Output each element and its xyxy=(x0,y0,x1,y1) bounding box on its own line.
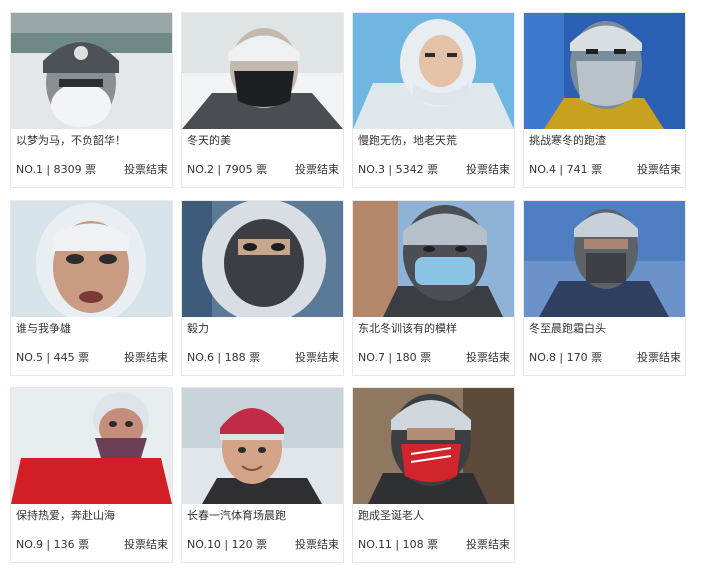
vote-status-button[interactable]: 投票结束 xyxy=(295,537,339,553)
runner-red-jacket-photo xyxy=(11,388,172,504)
entry-title: 慢跑无伤，地老天荒 xyxy=(358,134,457,147)
entry-card[interactable]: 以梦为马，不负韶华！ NO.1 | 8309 票 投票结束 xyxy=(10,12,173,188)
entry-rank-votes: NO.7 | 180 票 xyxy=(358,351,432,364)
entry-card[interactable]: 保持热爱，奔赴山海 NO.9 | 136 票 投票结束 xyxy=(10,387,173,563)
entry-meta: NO.9 | 136 票 投票结束 xyxy=(16,537,168,553)
entry-title: 跑成圣诞老人 xyxy=(358,509,424,522)
entry-title: 挑战寒冬的跑渣 xyxy=(529,134,606,147)
entries-grid: 以梦为马，不负韶华！ NO.1 | 8309 票 投票结束 冬天的美 NO.2 … xyxy=(0,0,702,583)
entry-meta: NO.8 | 170 票 投票结束 xyxy=(529,350,681,366)
entry-meta: NO.4 | 741 票 投票结束 xyxy=(529,162,681,178)
entry-meta: NO.11 | 108 票 投票结束 xyxy=(358,537,510,553)
entry-title: 以梦为马，不负韶华！ xyxy=(16,134,126,147)
runner-frosted-beard-photo xyxy=(524,13,685,129)
vote-status-button[interactable]: 投票结束 xyxy=(637,162,681,178)
entry-photo[interactable] xyxy=(182,13,343,129)
entry-card[interactable]: 冬至晨跑霜白头 NO.8 | 170 票 投票结束 xyxy=(523,200,686,376)
entry-rank-votes: NO.10 | 120 票 xyxy=(187,538,268,551)
entry-photo[interactable] xyxy=(353,13,514,129)
runner-frosted-hat-photo xyxy=(524,201,685,317)
entry-meta: NO.2 | 7905 票 投票结束 xyxy=(187,162,339,178)
entry-photo[interactable] xyxy=(353,388,514,504)
entry-meta: NO.5 | 445 票 投票结束 xyxy=(16,350,168,366)
runner-snow-hood-photo xyxy=(353,13,514,129)
vote-status-button[interactable]: 投票结束 xyxy=(124,162,168,178)
entry-rank-votes: NO.2 | 7905 票 xyxy=(187,163,268,176)
entry-title: 东北冬训该有的模样 xyxy=(358,322,457,335)
entry-rank-votes: NO.3 | 5342 票 xyxy=(358,163,439,176)
entry-meta: NO.10 | 120 票 投票结束 xyxy=(187,537,339,553)
entry-title: 谁与我争雄 xyxy=(16,322,71,335)
entry-rank-votes: NO.4 | 741 票 xyxy=(529,163,603,176)
entry-card[interactable]: 东北冬训该有的模样 NO.7 | 180 票 投票结束 xyxy=(352,200,515,376)
entry-photo[interactable] xyxy=(524,201,685,317)
vote-status-button[interactable]: 投票结束 xyxy=(466,162,510,178)
entry-title: 保持热爱，奔赴山海 xyxy=(16,509,115,522)
vote-status-button[interactable]: 投票结束 xyxy=(466,537,510,553)
entry-photo[interactable] xyxy=(11,13,172,129)
entry-rank-votes: NO.1 | 8309 票 xyxy=(16,163,97,176)
vote-status-button[interactable]: 投票结束 xyxy=(466,350,510,366)
vote-status-button[interactable]: 投票结束 xyxy=(295,350,339,366)
runner-frosted-mask-photo xyxy=(11,13,172,129)
vote-status-button[interactable]: 投票结束 xyxy=(124,350,168,366)
entry-rank-votes: NO.9 | 136 票 xyxy=(16,538,90,551)
vote-status-button[interactable]: 投票结束 xyxy=(295,162,339,178)
runner-pink-hat-photo xyxy=(182,388,343,504)
entry-rank-votes: NO.5 | 445 票 xyxy=(16,351,90,364)
entry-card[interactable]: 挑战寒冬的跑渣 NO.4 | 741 票 投票结束 xyxy=(523,12,686,188)
runner-blue-mask-photo xyxy=(353,201,514,317)
entry-rank-votes: NO.11 | 108 票 xyxy=(358,538,439,551)
entry-card[interactable]: 冬天的美 NO.2 | 7905 票 投票结束 xyxy=(181,12,344,188)
entry-photo[interactable] xyxy=(182,388,343,504)
entry-title: 冬天的美 xyxy=(187,134,231,147)
entry-card[interactable]: 谁与我争雄 NO.5 | 445 票 投票结束 xyxy=(10,200,173,376)
entry-meta: NO.6 | 188 票 投票结束 xyxy=(187,350,339,366)
entry-photo[interactable] xyxy=(353,201,514,317)
entry-photo[interactable] xyxy=(11,388,172,504)
runner-black-mask-photo xyxy=(182,13,343,129)
entry-photo[interactable] xyxy=(11,201,172,317)
runner-frosted-balaclava-photo xyxy=(182,201,343,317)
entry-card[interactable]: 跑成圣诞老人 NO.11 | 108 票 投票结束 xyxy=(352,387,515,563)
vote-status-button[interactable]: 投票结束 xyxy=(124,537,168,553)
entry-title: 长春一汽体育场晨跑 xyxy=(187,509,286,522)
entry-rank-votes: NO.8 | 170 票 xyxy=(529,351,603,364)
entry-title: 毅力 xyxy=(187,322,209,335)
runner-red-mask-photo xyxy=(353,388,514,504)
vote-status-button[interactable]: 投票结束 xyxy=(637,350,681,366)
entry-photo[interactable] xyxy=(182,201,343,317)
entry-rank-votes: NO.6 | 188 票 xyxy=(187,351,261,364)
entry-card[interactable]: 慢跑无伤，地老天荒 NO.3 | 5342 票 投票结束 xyxy=(352,12,515,188)
entry-card[interactable]: 毅力 NO.6 | 188 票 投票结束 xyxy=(181,200,344,376)
runner-frosted-eyelashes-photo xyxy=(11,201,172,317)
entry-photo[interactable] xyxy=(524,13,685,129)
entry-meta: NO.3 | 5342 票 投票结束 xyxy=(358,162,510,178)
entry-meta: NO.1 | 8309 票 投票结束 xyxy=(16,162,168,178)
entry-title: 冬至晨跑霜白头 xyxy=(529,322,606,335)
entry-card[interactable]: 长春一汽体育场晨跑 NO.10 | 120 票 投票结束 xyxy=(181,387,344,563)
entry-meta: NO.7 | 180 票 投票结束 xyxy=(358,350,510,366)
